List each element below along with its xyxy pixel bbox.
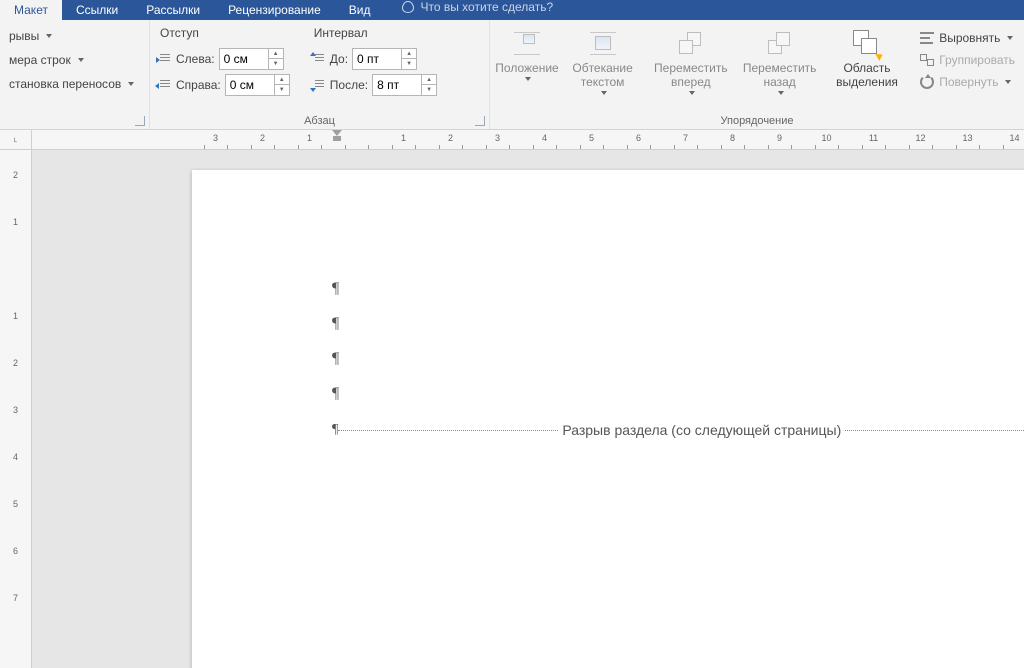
tab-links[interactable]: Ссылки — [62, 0, 132, 20]
position-button[interactable]: Положение — [496, 24, 558, 102]
spacing-after-input[interactable]: ▲▼ — [372, 74, 437, 96]
tab-layout[interactable]: Макет — [0, 0, 62, 20]
indent-left-icon — [156, 52, 172, 66]
paragraph-mark: ¶ — [332, 280, 339, 298]
wrap-text-icon — [590, 31, 616, 57]
line-numbers-label: мера строк — [9, 53, 71, 67]
tab-mailings[interactable]: Рассылки — [132, 0, 214, 20]
breaks-button[interactable]: рывы — [6, 28, 137, 44]
spacing-after-icon — [310, 78, 326, 92]
align-label: Выровнять — [939, 31, 1000, 45]
chevron-down-icon — [1007, 36, 1013, 40]
bring-forward-button[interactable]: Переместить вперед — [647, 24, 734, 102]
group-arrange: Положение Обтекание текстом Переместить … — [490, 20, 1024, 129]
chevron-down-icon — [778, 91, 784, 95]
spacing-before-input[interactable]: ▲▼ — [352, 48, 417, 70]
group-paragraph: Отступ Слева: ▲▼ Справа: ▲▼ Интервал — [150, 20, 490, 129]
tell-me-label: Что вы хотите сделать? — [420, 0, 553, 14]
chevron-down-icon — [689, 91, 695, 95]
workspace: ˪ 321123456789101112131415 211234567 ¶ ¶… — [0, 130, 1024, 668]
indent-heading: Отступ — [156, 24, 290, 44]
group-objects-button[interactable]: Группировать — [917, 52, 1018, 68]
line-numbers-button[interactable]: мера строк — [6, 52, 137, 68]
group-icon — [920, 54, 934, 66]
chevron-down-icon — [1005, 80, 1011, 84]
chevron-down-icon — [128, 82, 134, 86]
ruler-vertical[interactable]: 211234567 — [0, 150, 32, 668]
dialog-launcher-icon[interactable] — [475, 116, 485, 126]
tell-me-search[interactable]: Что вы хотите сделать? — [402, 0, 553, 14]
paragraph-mark: ¶ — [332, 385, 339, 403]
chevron-down-icon — [78, 58, 84, 62]
indent-marker[interactable] — [332, 130, 342, 144]
paragraph-mark: ¶ — [332, 315, 339, 333]
send-backward-icon — [768, 32, 792, 56]
group-label: Группировать — [939, 53, 1015, 67]
align-button[interactable]: Выровнять — [917, 30, 1018, 46]
selection-pane-button[interactable]: Область выделения — [825, 24, 909, 102]
ruler-corner[interactable]: ˪ — [0, 130, 32, 150]
rotate-icon — [920, 75, 934, 89]
bulb-icon — [402, 1, 414, 13]
ribbon: рывы мера строк становка переносов Отсту… — [0, 20, 1024, 130]
spacing-after-label: После: — [330, 78, 368, 92]
tab-review[interactable]: Рецензирование — [214, 0, 335, 20]
chevron-down-icon — [46, 34, 52, 38]
section-break: ¶ Разрыв раздела (со следующей страницы) — [332, 422, 1024, 438]
page: ¶ ¶ ¶ ¶ ¶ Разрыв раздела (со следующей с… — [192, 170, 1024, 668]
indent-left-input[interactable]: ▲▼ — [219, 48, 284, 70]
group-page-setup: рывы мера строк становка переносов — [0, 20, 150, 129]
section-break-label: Разрыв раздела (со следующей страницы) — [558, 422, 845, 438]
group-title-page-setup — [0, 115, 149, 129]
hyphenation-button[interactable]: становка переносов — [6, 76, 137, 92]
align-icon — [920, 32, 934, 44]
group-title-paragraph: Абзац — [150, 115, 489, 129]
paragraph-mark: ¶ — [332, 350, 339, 368]
group-title-arrange: Упорядочение — [490, 115, 1024, 129]
hyphenation-label: становка переносов — [9, 77, 121, 91]
ribbon-tabs: Макет Ссылки Рассылки Рецензирование Вид… — [0, 0, 1024, 20]
position-icon — [514, 31, 540, 57]
selection-pane-icon — [853, 30, 881, 58]
document-canvas[interactable]: ¶ ¶ ¶ ¶ ¶ Разрыв раздела (со следующей с… — [32, 150, 1024, 668]
bring-forward-icon — [679, 32, 703, 56]
indent-right-input[interactable]: ▲▼ — [225, 74, 290, 96]
tab-view[interactable]: Вид — [335, 0, 385, 20]
breaks-label: рывы — [9, 29, 39, 43]
spacing-before-label: До: — [330, 52, 348, 66]
rotate-label: Повернуть — [939, 75, 998, 89]
indent-right-label: Справа: — [176, 78, 221, 92]
chevron-down-icon — [601, 91, 607, 95]
send-backward-button[interactable]: Переместить назад — [738, 24, 820, 102]
wrap-text-button[interactable]: Обтекание текстом — [562, 24, 643, 102]
spacing-before-icon — [310, 52, 326, 66]
indent-left-label: Слева: — [176, 52, 215, 66]
chevron-down-icon — [525, 77, 531, 81]
dialog-launcher-icon[interactable] — [135, 116, 145, 126]
indent-right-icon — [156, 78, 172, 92]
spacing-heading: Интервал — [310, 24, 437, 44]
ruler-horizontal[interactable]: 321123456789101112131415 — [32, 130, 1024, 150]
rotate-button[interactable]: Повернуть — [917, 74, 1018, 90]
